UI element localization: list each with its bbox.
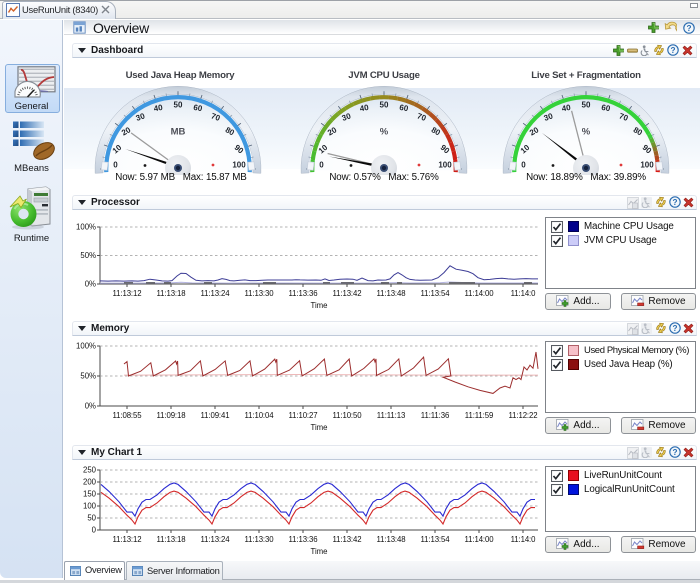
svg-text:0: 0	[92, 526, 97, 535]
svg-text:11:09:18: 11:09:18	[157, 411, 186, 420]
svg-text:Time: Time	[310, 547, 327, 556]
svg-text:%: %	[380, 127, 389, 138]
svg-text:11:08:55: 11:08:55	[113, 411, 143, 420]
svg-text:0: 0	[319, 161, 324, 170]
svg-text:?: ?	[686, 24, 691, 33]
svg-text:Time: Time	[310, 423, 327, 432]
svg-text:200: 200	[83, 478, 97, 487]
svg-text:100: 100	[83, 502, 97, 511]
svg-text:11:13:48: 11:13:48	[377, 535, 406, 544]
svg-text:50%: 50%	[80, 372, 96, 381]
svg-text:11:11:13: 11:11:13	[377, 411, 405, 420]
svg-text:11:13:42: 11:13:42	[333, 535, 362, 544]
svg-text:11:10:50: 11:10:50	[333, 411, 363, 420]
svg-text:11:12:22: 11:12:22	[509, 411, 538, 420]
svg-text:50: 50	[380, 101, 389, 110]
svg-text:11:09:41: 11:09:41	[201, 411, 230, 420]
svg-text:11:11:36: 11:11:36	[421, 411, 449, 420]
svg-text:50: 50	[582, 101, 591, 110]
svg-text:100: 100	[232, 161, 246, 170]
svg-text:11:13:54: 11:13:54	[421, 535, 451, 544]
svg-text:MB: MB	[171, 127, 186, 138]
svg-text:100%: 100%	[76, 342, 96, 351]
svg-text:0: 0	[521, 161, 526, 170]
svg-text:50: 50	[87, 514, 96, 523]
svg-text:100: 100	[640, 161, 654, 170]
svg-text:250: 250	[83, 466, 97, 475]
svg-text:11:13:24: 11:13:24	[201, 535, 231, 544]
svg-text:0%: 0%	[85, 402, 96, 411]
svg-text:11:13:18: 11:13:18	[157, 535, 186, 544]
svg-text:11:10:04: 11:10:04	[245, 411, 275, 420]
svg-text:?: ?	[672, 198, 677, 207]
svg-text:50: 50	[174, 101, 183, 110]
svg-text:11:13:30: 11:13:30	[245, 535, 275, 544]
svg-text:11:13:36: 11:13:36	[289, 535, 318, 544]
svg-text:11:14:00: 11:14:00	[465, 535, 495, 544]
svg-text:?: ?	[672, 324, 677, 333]
svg-text:11:14:0: 11:14:0	[511, 535, 536, 544]
svg-text:%: %	[582, 127, 591, 138]
svg-text:0: 0	[113, 161, 118, 170]
svg-text:100: 100	[438, 161, 452, 170]
svg-text:150: 150	[83, 490, 97, 499]
svg-text:11:10:27: 11:10:27	[289, 411, 318, 420]
svg-text:?: ?	[672, 448, 677, 457]
svg-text:?: ?	[670, 46, 675, 55]
svg-text:11:11:59: 11:11:59	[465, 411, 493, 420]
svg-text:11:13:12: 11:13:12	[113, 535, 142, 544]
